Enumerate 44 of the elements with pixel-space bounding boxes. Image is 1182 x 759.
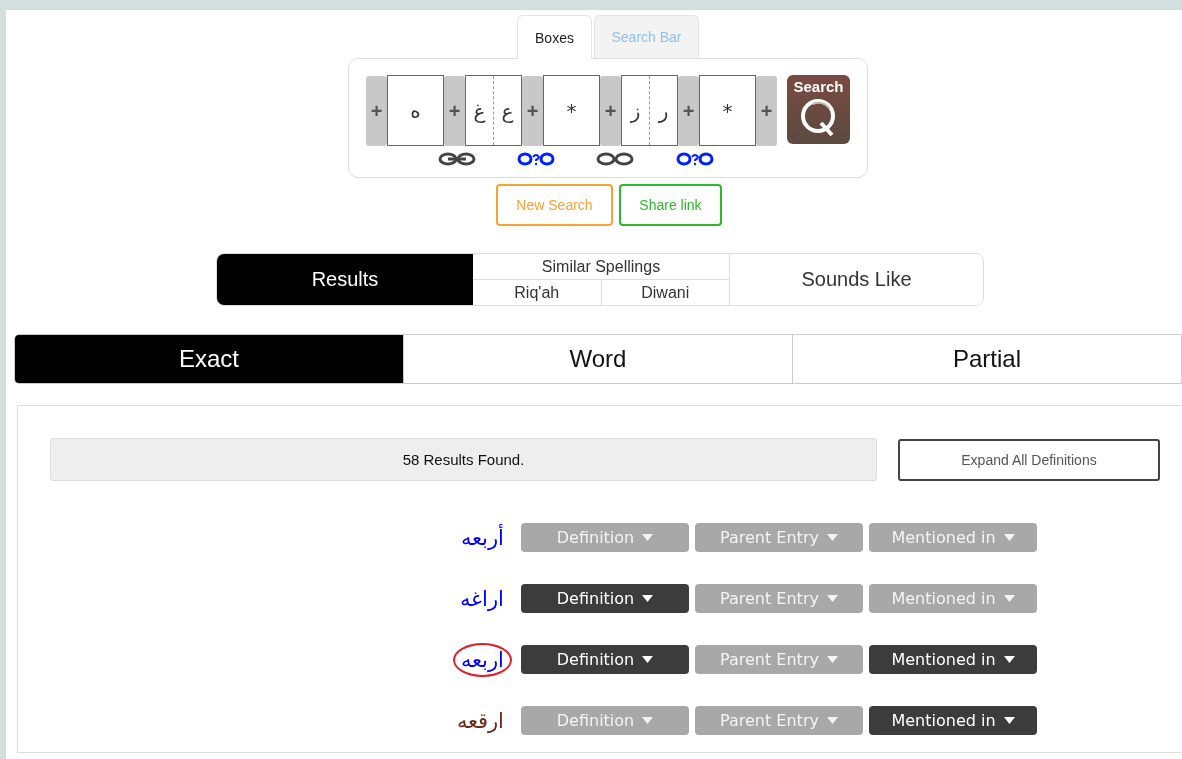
sounds-like-tab[interactable]: Sounds Like [729,254,983,305]
caret-icon [826,595,838,602]
letter-box[interactable]: ه [387,75,444,146]
dropdown-button[interactable]: Mentioned in [869,645,1037,674]
add-box-button[interactable]: + [366,76,387,146]
chain-link-icon[interactable] [437,152,477,166]
caret-icon [1003,656,1015,663]
add-box-button[interactable]: + [444,76,465,146]
add-box-button[interactable]: + [522,76,543,146]
letter: ر [649,76,677,145]
caret-icon [642,534,654,541]
caret-icon [826,717,838,724]
letter-box[interactable]: * [699,75,756,146]
optional-link-icon[interactable] [675,152,715,166]
add-box-button[interactable]: + [600,76,621,146]
dropdown-button[interactable]: Mentioned in [869,706,1037,735]
result-word[interactable]: ارقعه [449,703,512,738]
optional-link-icon[interactable] [516,152,556,166]
letter: ع [493,76,521,145]
caret-icon [1003,717,1015,724]
letter-box[interactable]: * [543,75,600,146]
caret-icon [642,656,654,663]
dropdown-button[interactable]: Definition [521,645,689,674]
add-box-button[interactable]: + [756,76,777,146]
caret-icon [642,595,654,602]
add-box-button[interactable]: + [678,76,699,146]
match-tab[interactable]: Exact [15,335,403,383]
result-word[interactable]: أربعه [453,520,512,555]
dropdown-button[interactable]: Definition [521,584,689,613]
caret-icon [826,656,838,663]
broken-link-icon[interactable] [595,152,635,166]
input-tab[interactable]: Boxes [517,15,592,59]
result-word[interactable]: اراغه [452,581,512,616]
result-count: 58 Results Found. [50,438,877,481]
letter: ز [629,97,642,125]
caret-icon [642,717,654,724]
caret-icon [1003,595,1015,602]
search-button[interactable]: Search [787,75,850,144]
result-word[interactable]: اربعه [453,642,512,677]
results-tab[interactable]: Results [217,254,473,305]
caret-icon [1003,534,1015,541]
expand-all-button[interactable]: Expand All Definitions [898,438,1160,481]
caret-icon [826,534,838,541]
letter: غ [472,97,487,125]
